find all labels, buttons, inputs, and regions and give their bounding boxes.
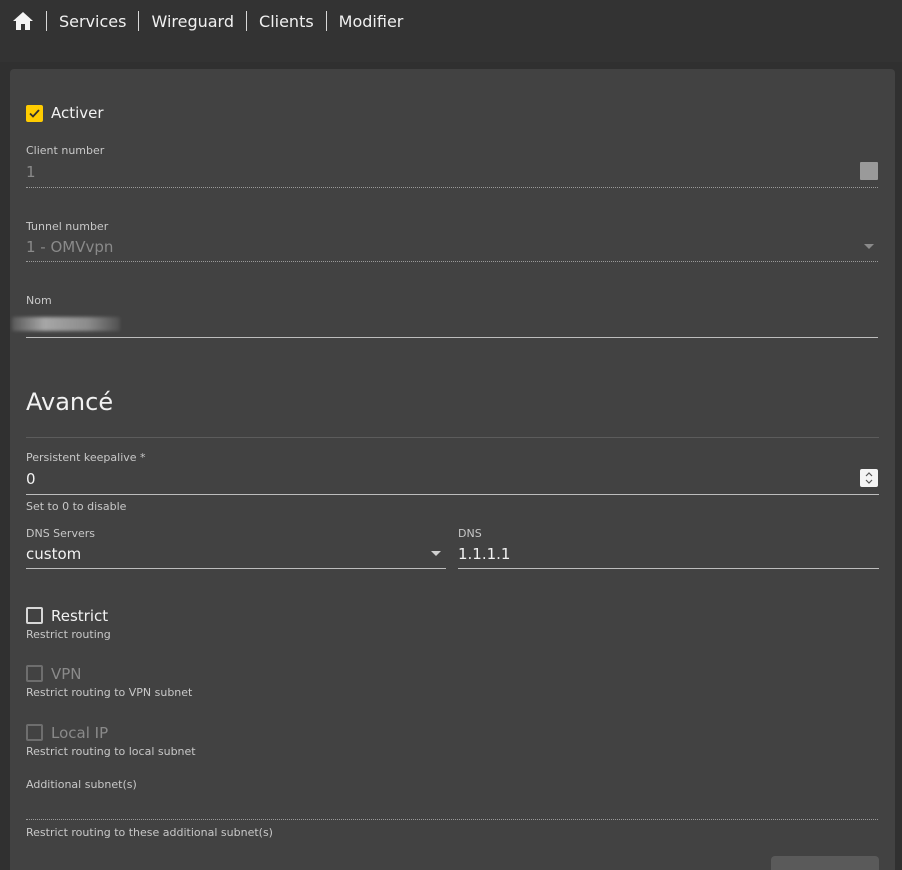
local-ip-checkbox (26, 724, 43, 741)
name-input-blurred[interactable] (12, 317, 120, 331)
subnets-underline[interactable] (26, 819, 878, 820)
chevron-down-icon[interactable] (431, 551, 441, 556)
chevron-down-icon (864, 244, 874, 249)
keepalive-underline (26, 494, 879, 495)
chevron-down-icon[interactable] (865, 479, 873, 485)
subnets-hint: Restrict routing to these additional sub… (26, 826, 273, 839)
keepalive-label: Persistent keepalive * (26, 451, 146, 464)
dns-underline (458, 568, 879, 569)
name-label: Nom (26, 294, 52, 307)
client-number-value: 1 (26, 163, 36, 181)
breadcrumb-separator (138, 11, 140, 31)
breadcrumb-clients[interactable]: Clients (259, 12, 314, 31)
breadcrumb: Services Wireguard Clients Modifier (12, 8, 403, 34)
home-icon[interactable] (12, 10, 34, 32)
client-number-label: Client number (26, 144, 105, 157)
dns-input[interactable]: 1.1.1.1 (458, 545, 510, 563)
tunnel-number-label: Tunnel number (26, 220, 109, 233)
tunnel-number-underline (26, 261, 878, 262)
breadcrumb-separator (46, 11, 47, 31)
vpn-hint: Restrict routing to VPN subnet (26, 686, 193, 699)
number-spinner[interactable] (860, 469, 878, 487)
local-ip-label: Local IP (51, 724, 109, 742)
breadcrumb-modifier: Modifier (338, 11, 404, 31)
breadcrumb-services[interactable]: Services (59, 12, 126, 31)
vpn-checkbox (26, 665, 43, 682)
restrict-hint: Restrict routing (26, 628, 111, 641)
vpn-label: VPN (51, 665, 82, 683)
subnets-label: Additional subnet(s) (26, 778, 137, 791)
tunnel-number-select: 1 - OMVvpn (26, 238, 114, 256)
top-toolbar: Services Wireguard Clients Modifier (0, 0, 902, 62)
advanced-heading: Avancé (26, 388, 114, 416)
name-underline (26, 337, 878, 338)
number-spinner-disabled (860, 162, 878, 180)
dns-servers-underline (26, 568, 446, 569)
restrict-checkbox[interactable] (26, 607, 43, 624)
check-icon (29, 109, 40, 118)
chevron-up-icon[interactable] (865, 471, 873, 477)
keepalive-hint: Set to 0 to disable (26, 500, 127, 513)
dns-servers-label: DNS Servers (26, 527, 95, 540)
enable-checkbox[interactable] (26, 105, 43, 122)
breadcrumb-separator (325, 11, 327, 31)
keepalive-input[interactable]: 0 (26, 470, 36, 488)
dns-label: DNS (458, 527, 482, 540)
form-card: Activer Client number 1 Tunnel number 1 … (10, 69, 895, 870)
client-number-underline (26, 187, 878, 188)
save-button[interactable] (771, 856, 879, 870)
local-ip-hint: Restrict routing to local subnet (26, 745, 196, 758)
breadcrumb-separator (246, 11, 248, 31)
dns-servers-select[interactable]: custom (26, 545, 81, 563)
restrict-label: Restrict (51, 607, 109, 625)
enable-label: Activer (51, 104, 104, 122)
breadcrumb-wireguard[interactable]: Wireguard (151, 12, 234, 31)
section-divider (26, 437, 879, 438)
